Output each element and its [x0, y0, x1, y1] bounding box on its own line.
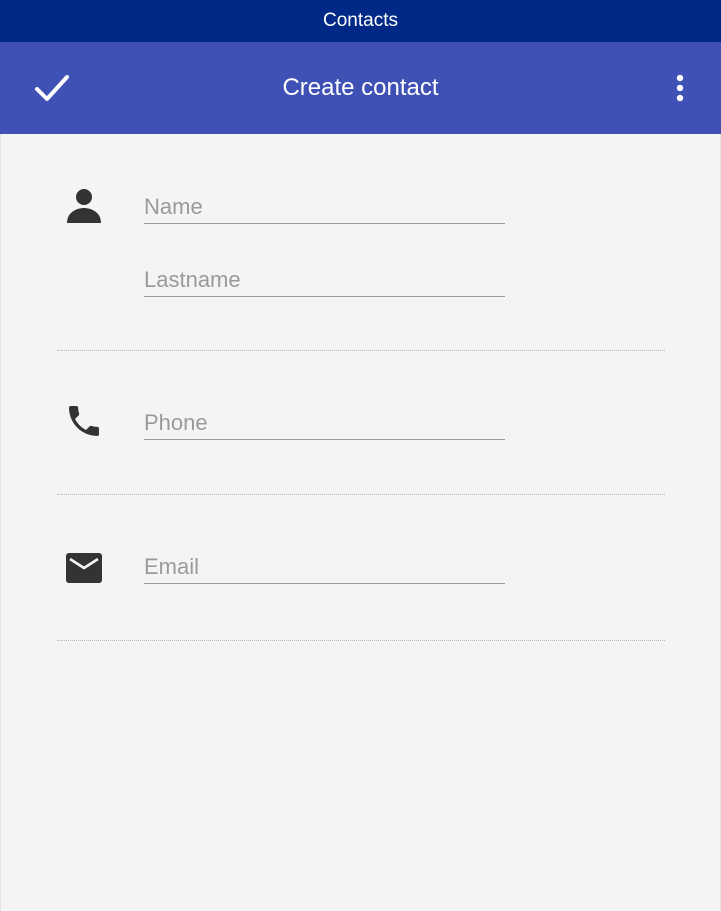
email-field[interactable] — [144, 546, 505, 585]
phone-field[interactable] — [144, 402, 505, 441]
email-input[interactable] — [144, 546, 505, 585]
phone-input[interactable] — [144, 402, 505, 441]
section-divider — [57, 640, 665, 641]
window-title: Contacts — [323, 10, 398, 31]
person-icon — [63, 184, 105, 226]
lastname-field[interactable] — [144, 259, 505, 298]
email-icon — [63, 547, 105, 589]
name-input[interactable] — [144, 186, 505, 225]
name-field[interactable] — [144, 186, 505, 225]
check-icon — [35, 75, 69, 101]
more-options-button[interactable] — [660, 66, 700, 110]
window-titlebar: Contacts — [0, 0, 721, 42]
lastname-input[interactable] — [144, 259, 505, 298]
save-button[interactable] — [22, 64, 82, 112]
page-title: Create contact — [282, 74, 439, 101]
more-vert-icon — [676, 74, 684, 102]
phone-icon — [63, 400, 105, 442]
app-toolbar: Create contact — [0, 42, 721, 134]
section-divider — [57, 494, 665, 495]
contact-form — [0, 134, 721, 911]
section-divider — [57, 350, 665, 351]
